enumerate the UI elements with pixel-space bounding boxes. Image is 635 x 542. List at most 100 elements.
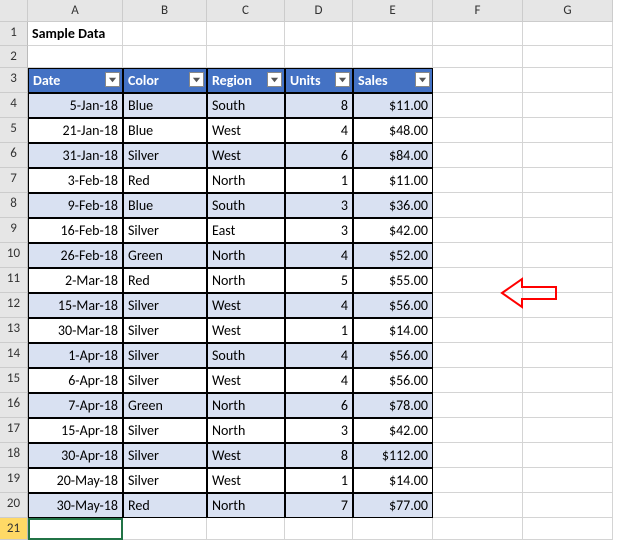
cell-blank[interactable] [433, 468, 523, 493]
table-cell-color[interactable]: Blue [123, 118, 207, 143]
cell-blank[interactable] [433, 293, 523, 318]
table-cell-sales[interactable]: $56.00 [353, 293, 433, 318]
cell-blank[interactable] [523, 22, 613, 46]
table-cell-sales[interactable]: $55.00 [353, 268, 433, 293]
table-cell-sales[interactable]: $14.00 [353, 318, 433, 343]
table-cell-sales[interactable]: $14.00 [353, 468, 433, 493]
table-cell-date[interactable]: 30-Apr-18 [28, 443, 123, 468]
table-cell-date[interactable]: 5-Jan-18 [28, 93, 123, 118]
row-header-14[interactable]: 14 [0, 343, 28, 368]
cell-blank[interactable] [433, 493, 523, 518]
col-header-D[interactable]: D [285, 0, 353, 22]
row-header-2[interactable]: 2 [0, 46, 28, 68]
cell-blank[interactable] [285, 22, 353, 46]
cell-blank[interactable] [523, 168, 613, 193]
table-cell-units[interactable]: 4 [285, 343, 353, 368]
table-cell-sales[interactable]: $48.00 [353, 118, 433, 143]
table-cell-color[interactable]: Silver [123, 443, 207, 468]
table-cell-color[interactable]: Silver [123, 368, 207, 393]
cell-blank[interactable] [523, 493, 613, 518]
table-cell-sales[interactable]: $77.00 [353, 493, 433, 518]
cell-blank[interactable] [433, 268, 523, 293]
table-cell-region[interactable]: North [207, 168, 285, 193]
table-cell-color[interactable]: Silver [123, 293, 207, 318]
col-header-E[interactable]: E [353, 0, 433, 22]
filter-dropdown-icon[interactable] [335, 72, 350, 87]
row-header-9[interactable]: 9 [0, 218, 28, 243]
cell-blank[interactable] [433, 118, 523, 143]
table-cell-color[interactable]: Silver [123, 343, 207, 368]
cell-blank[interactable] [433, 518, 523, 540]
cell-blank[interactable] [523, 343, 613, 368]
table-cell-date[interactable]: 15-Mar-18 [28, 293, 123, 318]
cell-blank[interactable] [523, 268, 613, 293]
cell-blank[interactable] [433, 22, 523, 46]
cell-blank[interactable] [433, 168, 523, 193]
row-header-11[interactable]: 11 [0, 268, 28, 293]
table-cell-date[interactable]: 2-Mar-18 [28, 268, 123, 293]
table-cell-region[interactable]: West [207, 368, 285, 393]
select-all-corner[interactable] [0, 0, 28, 22]
cell-blank[interactable] [523, 293, 613, 318]
cell-blank[interactable] [353, 22, 433, 46]
cell-blank[interactable] [433, 443, 523, 468]
table-cell-units[interactable]: 6 [285, 143, 353, 168]
cell-blank[interactable] [523, 118, 613, 143]
cell-blank[interactable] [123, 22, 207, 46]
table-cell-units[interactable]: 3 [285, 193, 353, 218]
table-cell-color[interactable]: Green [123, 243, 207, 268]
table-header-sales[interactable]: Sales [353, 68, 433, 93]
table-cell-region[interactable]: North [207, 268, 285, 293]
table-cell-region[interactable]: West [207, 143, 285, 168]
row-header-4[interactable]: 4 [0, 93, 28, 118]
table-cell-units[interactable]: 7 [285, 493, 353, 518]
cell-blank[interactable] [523, 193, 613, 218]
row-header-17[interactable]: 17 [0, 418, 28, 443]
cell-blank[interactable] [433, 368, 523, 393]
cell-blank[interactable] [28, 46, 123, 68]
table-cell-color[interactable]: Red [123, 268, 207, 293]
table-cell-color[interactable]: Red [123, 168, 207, 193]
table-cell-region[interactable]: West [207, 443, 285, 468]
cell-blank[interactable] [523, 418, 613, 443]
cell-blank[interactable] [433, 393, 523, 418]
cell-blank[interactable] [523, 318, 613, 343]
table-cell-units[interactable]: 5 [285, 268, 353, 293]
row-header-10[interactable]: 10 [0, 243, 28, 268]
table-cell-units[interactable]: 4 [285, 368, 353, 393]
table-cell-region[interactable]: West [207, 318, 285, 343]
cell-blank[interactable] [433, 243, 523, 268]
cell-blank[interactable] [523, 368, 613, 393]
cell-blank[interactable] [123, 46, 207, 68]
table-cell-sales[interactable]: $56.00 [353, 368, 433, 393]
row-header-5[interactable]: 5 [0, 118, 28, 143]
table-cell-sales[interactable]: $52.00 [353, 243, 433, 268]
table-cell-sales[interactable]: $11.00 [353, 168, 433, 193]
table-cell-sales[interactable]: $11.00 [353, 93, 433, 118]
table-cell-units[interactable]: 1 [285, 318, 353, 343]
row-header-20[interactable]: 20 [0, 493, 28, 518]
table-cell-units[interactable]: 6 [285, 393, 353, 418]
row-header-19[interactable]: 19 [0, 468, 28, 493]
cell-blank[interactable] [207, 518, 285, 540]
cell-blank[interactable] [523, 443, 613, 468]
cell-blank[interactable] [433, 46, 523, 68]
cell-blank[interactable] [523, 143, 613, 168]
table-cell-units[interactable]: 8 [285, 93, 353, 118]
table-cell-color[interactable]: Blue [123, 193, 207, 218]
table-cell-date[interactable]: 20-May-18 [28, 468, 123, 493]
table-cell-date[interactable]: 7-Apr-18 [28, 393, 123, 418]
filter-dropdown-icon[interactable] [267, 72, 282, 87]
row-header-13[interactable]: 13 [0, 318, 28, 343]
filter-dropdown-icon[interactable] [189, 72, 204, 87]
row-header-18[interactable]: 18 [0, 443, 28, 468]
cell-blank[interactable] [523, 468, 613, 493]
cell-blank[interactable] [523, 46, 613, 68]
table-cell-color[interactable]: Red [123, 493, 207, 518]
cell-blank[interactable] [207, 22, 285, 46]
row-header-15[interactable]: 15 [0, 368, 28, 393]
table-cell-date[interactable]: 31-Jan-18 [28, 143, 123, 168]
table-header-units[interactable]: Units [285, 68, 353, 93]
cell-blank[interactable] [433, 143, 523, 168]
table-cell-color[interactable]: Blue [123, 93, 207, 118]
